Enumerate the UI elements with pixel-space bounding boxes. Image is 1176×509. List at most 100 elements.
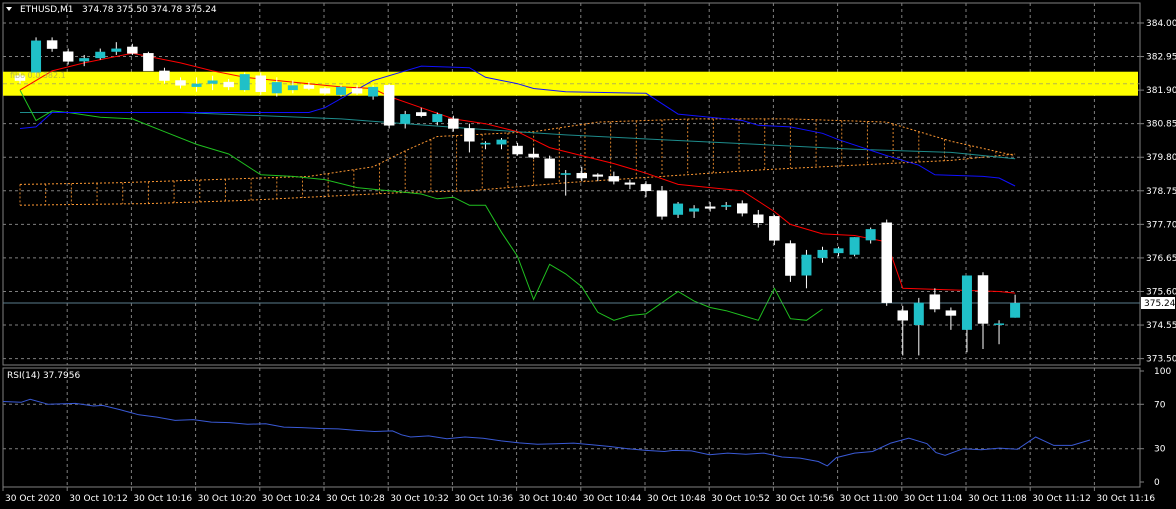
candle-body [592,174,604,177]
candle-body [448,118,459,129]
candle-body [608,176,620,182]
candle-body [624,182,636,185]
candle-body [496,139,507,145]
candle-body [175,80,186,86]
candle-body [191,83,202,87]
candle-body [143,53,154,72]
candle-body [223,81,234,88]
candle-body [849,237,860,255]
time-tick-label: 30 Oct 10:40 [519,494,578,504]
time-tick-label: 30 Oct 11:16 [1096,494,1155,504]
highlight-label: fibo 0.0 382.1 [10,71,66,80]
time-tick-label: 30 Oct 10:28 [326,494,385,504]
rsi-tick-label: 0 [1154,478,1160,488]
time-tick-label: 30 Oct 2020 [5,494,61,504]
candle-body [881,222,892,303]
candle-body [753,214,764,224]
candle-body [207,80,218,84]
time-tick-label: 30 Oct 10:16 [133,494,192,504]
candle-body [737,203,748,214]
candle-body [673,203,684,215]
time-tick-label: 30 Oct 10:20 [198,494,257,504]
candle-body [79,58,90,62]
candle-body [400,114,411,124]
symbol-label: ETHUSD,M1 [20,5,74,15]
candle-body [560,173,571,175]
candle-body [46,40,58,49]
candle-body [817,249,828,258]
time-tick-label: 30 Oct 11:04 [904,494,963,504]
rsi-tick-label: 100 [1154,367,1171,377]
price-tick-label: 375.60 [1146,287,1176,297]
candle-body [383,85,395,126]
candle-body [913,302,924,326]
price-tick-label: 379.80 [1146,153,1176,163]
candle-body [689,208,700,212]
price-tick-label: 374.55 [1146,321,1176,331]
candle-body [159,70,170,81]
rsi-tick-label: 70 [1154,400,1166,410]
candle-body [576,172,587,179]
candle-body [255,75,266,92]
current-price-label: 375.24 [1144,299,1176,309]
candle-body [287,85,298,91]
candle-body [31,40,42,73]
candle-body [977,275,989,324]
price-tick-label: 376.65 [1146,254,1176,264]
rsi-tick-label: 30 [1154,445,1166,455]
time-tick-label: 30 Oct 10:24 [262,494,321,504]
candle-body [351,88,363,94]
candle-body [271,82,282,94]
candle-body [833,248,844,254]
time-tick-label: 30 Oct 10:12 [69,494,128,504]
candle-body [721,205,732,207]
time-tick-label: 30 Oct 11:12 [1032,494,1091,504]
candle-body [704,206,716,209]
rsi-header-label: RSI(14) 37.7956 [7,371,80,381]
candle-body [801,254,812,276]
candle-body [432,114,443,123]
time-tick-label: 30 Oct 10:44 [583,494,642,504]
candle-body [785,243,796,276]
candle-body [239,74,250,91]
candle-body [769,216,780,241]
candle-body [368,86,379,97]
time-tick-label: 30 Oct 10:32 [390,494,449,504]
candle-body [897,310,908,321]
candle-body [640,184,652,192]
candle-body [127,46,138,54]
candle-body [994,323,1005,325]
time-tick-label: 30 Oct 10:52 [711,494,770,504]
candle-body [656,190,668,217]
ohlc-label: 374.78 375.50 374.78 375.24 [82,5,217,15]
candle-body [416,112,427,116]
candle-body [111,48,122,52]
candle-body [319,88,331,94]
candle-body [95,51,106,59]
time-tick-label: 30 Oct 10:48 [647,494,706,504]
price-tick-label: 381.90 [1146,86,1176,96]
candle-body [303,85,315,89]
candle-body [929,294,941,310]
candle-body [480,142,491,145]
time-tick-label: 30 Oct 11:08 [968,494,1027,504]
candle-body [865,229,876,241]
time-tick-label: 30 Oct 10:36 [454,494,513,504]
time-tick-label: 30 Oct 10:56 [775,494,834,504]
trading-chart[interactable]: 384.00 382.95 381.90 380.85 379.80 378.75 377.… [0,0,1176,509]
price-tick-label: 382.95 [1146,53,1176,63]
candle-body [528,153,539,158]
candle-body [961,275,972,330]
price-tick-label: 378.75 [1146,187,1176,197]
price-tick-label: 384.00 [1146,19,1176,29]
candle-body [1010,302,1021,318]
price-tick-label: 380.85 [1146,120,1176,130]
candle-body [62,51,74,62]
price-tick-label: 373.50 [1146,355,1176,365]
candle-body [544,158,555,179]
candle-body [512,145,523,155]
candle-body [336,86,346,95]
price-tick-label: 377.70 [1146,220,1176,230]
candle-body [464,128,475,142]
candle-body [945,310,957,316]
